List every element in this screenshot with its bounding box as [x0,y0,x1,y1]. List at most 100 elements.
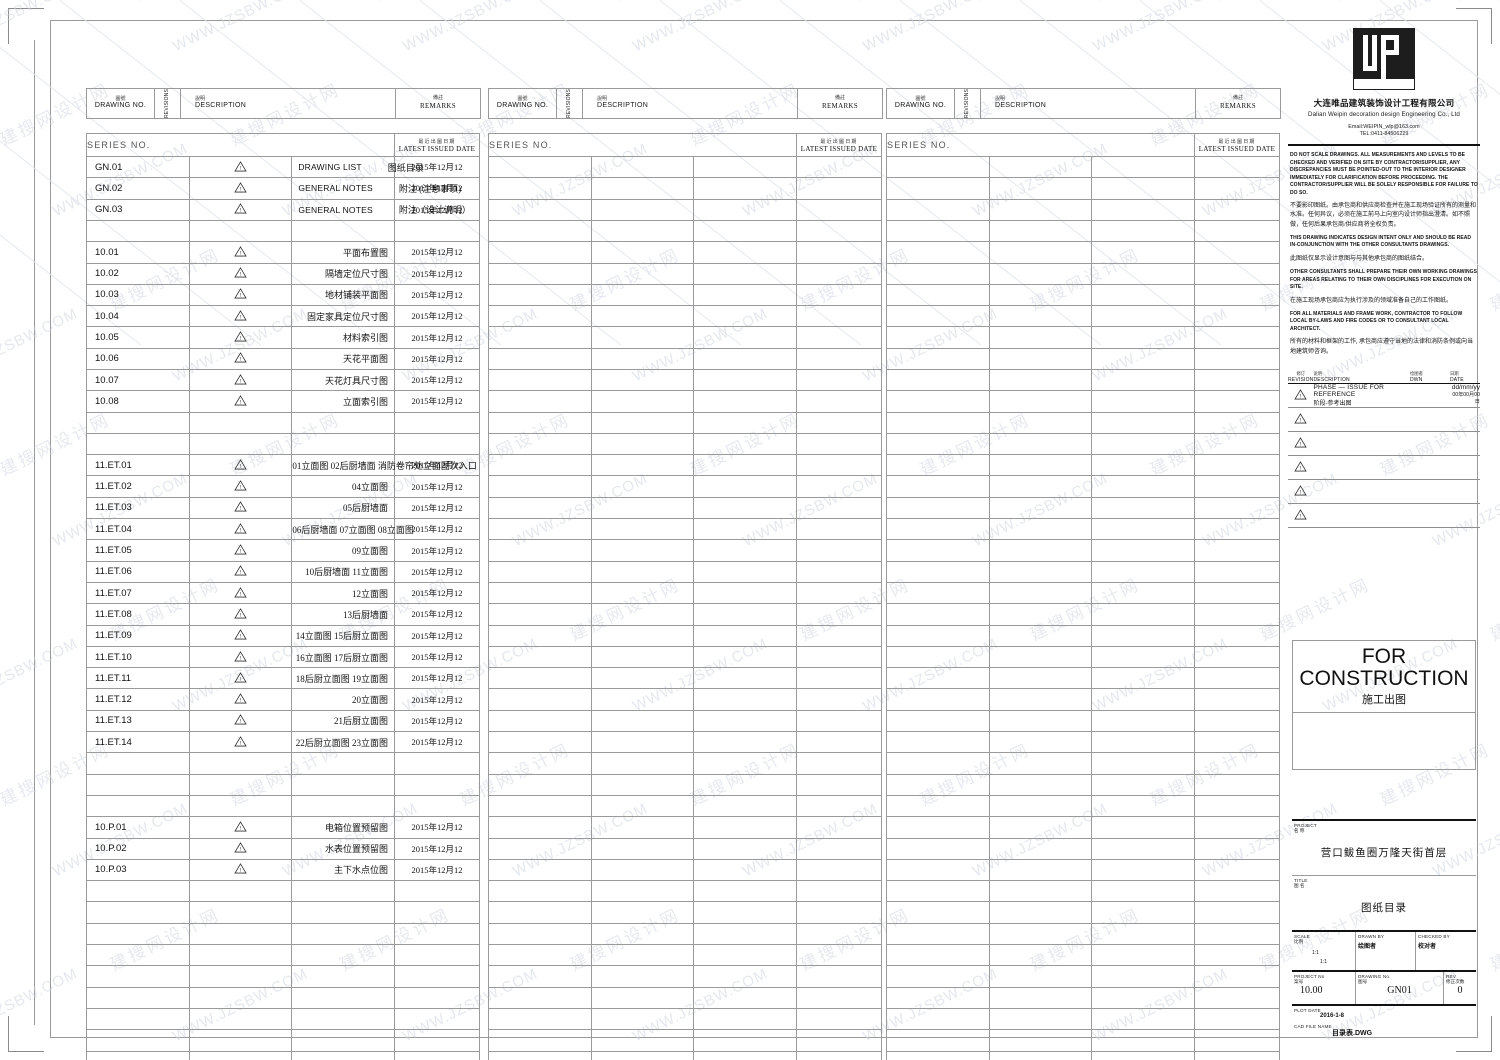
table-row[interactable]: 11.ET.11! 18后厨立面图 19立面图 2015年12月12 [86,667,480,690]
table-row[interactable] [886,411,1280,434]
table-row[interactable]: 11.ET.13! 21后厨立面图 2015年12月12 [86,709,480,733]
table-row[interactable] [488,880,882,903]
table-row[interactable] [488,773,882,796]
table-row[interactable] [886,241,1280,264]
table-row[interactable] [886,1029,1280,1052]
table-row[interactable] [86,1050,480,1060]
table-row[interactable] [488,688,882,711]
table-row[interactable] [886,880,1280,903]
revision-row[interactable]: ! PHASE — ISSUE FOR REFERENCE 阶段-参考出图 dd/mm… [1288,383,1480,409]
table-row[interactable] [886,283,1280,307]
table-row[interactable] [886,581,1280,605]
table-row[interactable] [886,347,1280,371]
table-row[interactable]: 11.ET.08! 13后厨墙面 2015年12月12 [86,603,480,626]
table-row[interactable] [488,816,882,839]
table-row[interactable]: 10.06! 天花平面图 2015年12月12 [86,347,480,371]
table-row[interactable] [488,986,882,1009]
table-row[interactable] [886,922,1280,946]
table-row[interactable] [886,794,1280,818]
table-row[interactable] [488,432,882,456]
table-row[interactable]: 11.ET.14! 22后厨立面图 23立面图 2015年12月12 [86,731,480,754]
table-row[interactable] [488,858,882,882]
table-row[interactable] [886,731,1280,754]
table-row[interactable] [488,965,882,988]
table-row[interactable] [886,858,1280,882]
table-row[interactable] [886,603,1280,626]
table-row[interactable] [886,645,1280,669]
table-row[interactable] [886,539,1280,562]
table-row[interactable]: 10.08! 立面索引图 2015年12月12 [86,390,480,413]
table-row[interactable] [886,837,1280,860]
table-row[interactable] [488,645,882,669]
table-row[interactable] [886,475,1280,498]
table-row[interactable] [488,667,882,690]
table-row[interactable] [488,496,882,520]
table-row[interactable] [886,773,1280,796]
table-row[interactable] [86,944,480,967]
table-row[interactable]: 11.ET.03! 05后厨墙面 2015年12月12 [86,496,480,520]
table-row[interactable] [886,326,1280,349]
table-row[interactable] [886,496,1280,520]
table-row[interactable] [86,965,480,988]
table-row[interactable] [488,731,882,754]
table-row[interactable] [86,922,480,946]
table-row[interactable] [86,219,480,243]
table-row[interactable]: 10.03! 地材铺装平面图 2015年12月12 [86,283,480,307]
table-row[interactable] [488,347,882,371]
table-row[interactable]: 10.05! 材料索引图 2015年12月12 [86,326,480,349]
table-row[interactable] [86,411,480,434]
table-row[interactable]: 11.ET.10! 16立面图 17后厨立面图 2015年12月12 [86,645,480,669]
table-row[interactable] [488,454,882,477]
revision-row[interactable]: ! [1288,455,1480,481]
table-row[interactable] [886,518,1280,541]
table-row[interactable] [886,944,1280,967]
table-row[interactable] [488,156,882,179]
revision-row[interactable]: ! [1288,503,1480,529]
table-row[interactable] [86,794,480,818]
table-row[interactable] [488,219,882,243]
table-row[interactable] [86,773,480,796]
table-row[interactable] [886,454,1280,477]
table-row[interactable] [86,752,480,775]
table-row[interactable] [488,1007,882,1031]
table-row[interactable] [886,1050,1280,1060]
table-row[interactable]: 10.02! 隔墙定位尺寸图 2015年12月12 [86,262,480,285]
table-row[interactable] [886,156,1280,179]
table-row[interactable] [488,1050,882,1060]
table-row[interactable] [886,177,1280,200]
table-row[interactable] [886,986,1280,1009]
table-row[interactable] [86,986,480,1009]
table-row[interactable] [488,624,882,647]
table-row[interactable]: GN.01! DRAWING LIST 图纸目录 2015年12月12 [86,156,480,179]
table-row[interactable] [488,709,882,733]
table-row[interactable] [886,390,1280,413]
table-row[interactable] [886,305,1280,328]
table-row[interactable] [488,518,882,541]
table-row[interactable] [886,560,1280,583]
table-row[interactable] [886,688,1280,711]
table-row[interactable]: 11.ET.12! 20立面图 2015年12月12 [86,688,480,711]
table-row[interactable] [886,1007,1280,1031]
table-row[interactable]: GN.03! GENERAL NOTES 附注（设计说明） 2015年12月12 [86,198,480,221]
table-row[interactable]: 11.ET.01! 01立面图 02后厨墙面 消防卷帘处立面图次入口 2015年12… [86,454,480,477]
table-row[interactable] [488,305,882,328]
table-row[interactable] [886,219,1280,243]
table-row[interactable]: 11.ET.05! 09立面图 2015年12月12 [86,539,480,562]
table-row[interactable]: 10.P.02! 水表位置预留图 2015年12月12 [86,837,480,860]
table-row[interactable] [886,667,1280,690]
table-row[interactable] [488,752,882,775]
table-row[interactable] [488,411,882,434]
table-row[interactable]: GN.02! GENERAL NOTES 附注 (注意事项) 2015年12月12 [86,177,480,200]
table-row[interactable] [488,901,882,924]
table-row[interactable] [488,944,882,967]
table-row[interactable] [488,368,882,392]
table-row[interactable] [886,816,1280,839]
table-row[interactable] [488,475,882,498]
table-row[interactable] [86,880,480,903]
table-row[interactable] [886,709,1280,733]
revision-row[interactable]: ! [1288,479,1480,505]
table-row[interactable] [488,603,882,626]
table-row[interactable] [488,539,882,562]
table-row[interactable]: 10.P.03! 主下水点位图 2015年12月12 [86,858,480,882]
table-row[interactable] [886,752,1280,775]
